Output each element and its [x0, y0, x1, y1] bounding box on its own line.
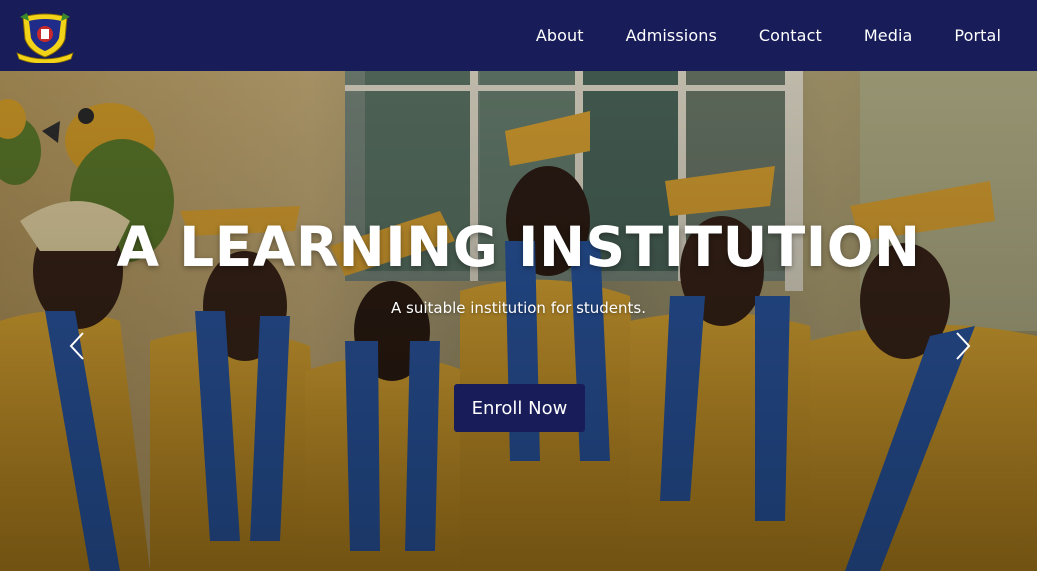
nav-portal-link[interactable]: Portal: [954, 26, 1001, 45]
nav-contact-link[interactable]: Contact: [759, 26, 822, 45]
chevron-right-icon: [956, 332, 971, 360]
chevron-left-icon: [69, 332, 84, 360]
navbar: About Admissions Contact Media Portal: [0, 0, 1037, 71]
hero-subtitle: A suitable institution for students.: [390, 299, 647, 317]
nav-admissions-link[interactable]: Admissions: [626, 26, 717, 45]
carousel-next-button[interactable]: [948, 329, 978, 363]
school-logo[interactable]: [15, 9, 75, 63]
carousel-prev-button[interactable]: [62, 329, 92, 363]
nav-links: About Admissions Contact Media Portal: [494, 26, 1001, 45]
enroll-now-button[interactable]: Enroll Now: [454, 384, 585, 432]
hero-content: A LEARNING INSTITUTION A suitable instit…: [0, 71, 1037, 571]
hero-title: A LEARNING INSTITUTION: [116, 215, 921, 279]
nav-about-link[interactable]: About: [536, 26, 584, 45]
nav-media-link[interactable]: Media: [864, 26, 913, 45]
hero-carousel: A LEARNING INSTITUTION A suitable instit…: [0, 71, 1037, 571]
